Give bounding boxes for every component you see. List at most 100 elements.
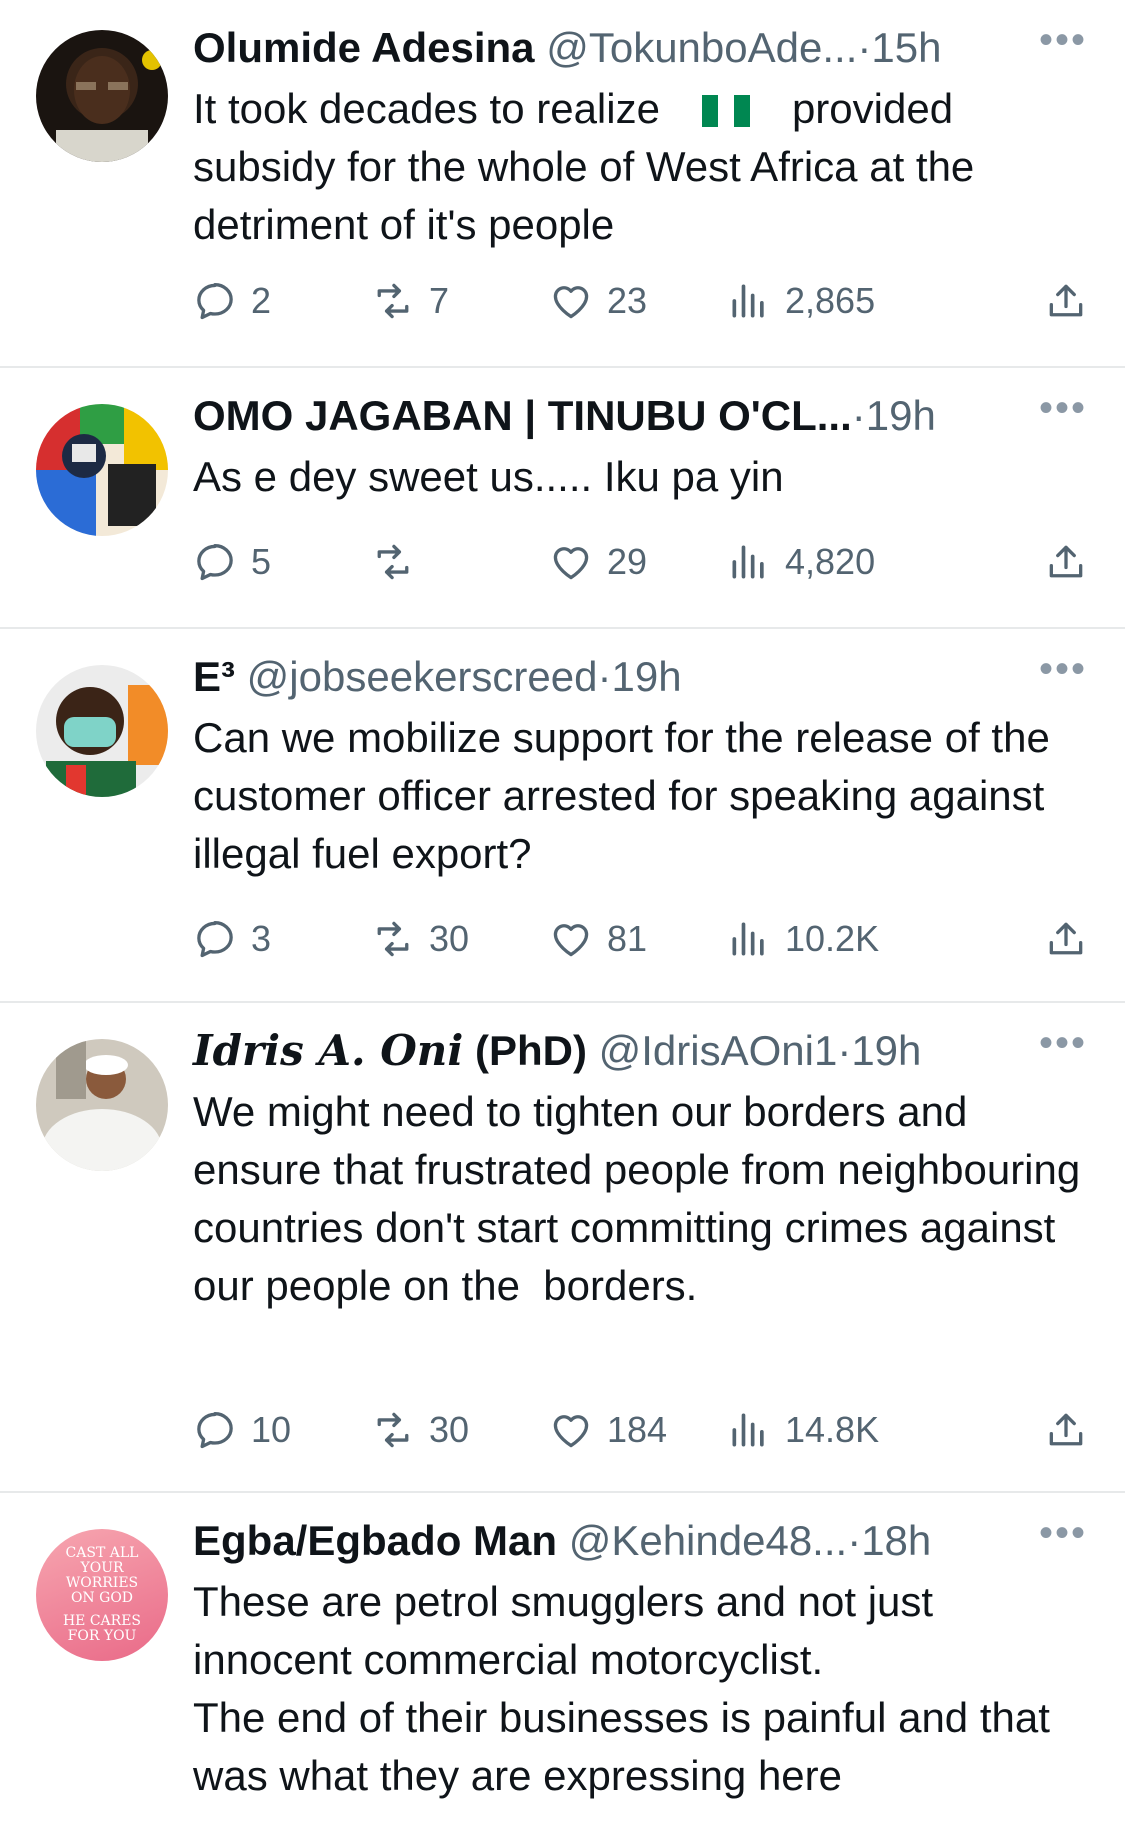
like-count: 81: [607, 918, 648, 959]
separator-dot: ·: [851, 392, 866, 439]
retweet-icon: [377, 544, 409, 580]
like-button[interactable]: 23: [549, 276, 647, 326]
avatar-text-line: CAST ALL: [65, 1545, 139, 1561]
tweet-text: We might need to tighten our borders and…: [193, 1088, 1092, 1309]
author-handle[interactable]: @IdrisAOni1: [599, 1027, 838, 1074]
avatar-text-line: WORRIES: [65, 1575, 139, 1591]
share-icon: [1049, 545, 1083, 578]
like-button[interactable]: 29: [549, 537, 647, 587]
reply-button[interactable]: 10: [193, 1405, 291, 1455]
retweet-count: 30: [429, 1409, 470, 1450]
nigeria-flag-icon: [701, 84, 750, 127]
author-name-italic[interactable]: Idris A. Oni: [193, 1026, 463, 1075]
timestamp[interactable]: 19h: [866, 392, 936, 439]
reply-button[interactable]: 3: [193, 914, 271, 964]
like-button[interactable]: 81: [549, 914, 647, 964]
share-button[interactable]: [1044, 276, 1088, 326]
timestamp[interactable]: 18h: [861, 1517, 931, 1564]
separator-dot: ·: [837, 1027, 852, 1074]
views-button[interactable]: 10.2K: [727, 914, 879, 964]
avatar-text-line: ON GOD: [70, 1590, 134, 1606]
author-name[interactable]: Egba/Egbado Man: [193, 1517, 557, 1564]
tweet-text: These are petrol smugglers and not just …: [193, 1578, 1050, 1799]
tweet-header: OMO JAGABAN | TINUBU O'CL...·19h: [193, 390, 1085, 442]
heart-icon: [553, 286, 589, 319]
avatar[interactable]: [36, 404, 168, 536]
retweet-count: 7: [429, 280, 450, 321]
share-button[interactable]: [1044, 914, 1088, 964]
tweet-header: E³ @jobseekerscreed·19h: [193, 651, 1085, 703]
more-options-icon[interactable]: •••: [1039, 1023, 1087, 1063]
author-handle[interactable]: @Kehinde48...: [569, 1517, 848, 1564]
timestamp[interactable]: 19h: [851, 1027, 921, 1074]
avatar[interactable]: CAST ALL YOUR WORRIES ON GOD HE CARES FO…: [36, 1529, 168, 1661]
author-handle[interactable]: @TokunboAde...: [546, 24, 857, 71]
tweet-card[interactable]: CAST ALL YOUR WORRIES ON GOD HE CARES FO…: [0, 1493, 1125, 1835]
reply-count: 5: [251, 541, 272, 582]
retweet-button[interactable]: 30: [371, 914, 469, 964]
like-count: 184: [607, 1409, 668, 1450]
views-count: 4,820: [785, 541, 876, 582]
reply-button[interactable]: 5: [193, 537, 271, 587]
avatar-text-line: YOUR: [80, 1560, 124, 1576]
action-bar: 3 30 81 10.2K: [193, 914, 1088, 964]
heart-icon: [553, 924, 589, 957]
like-count: 23: [607, 280, 648, 321]
views-icon: [732, 284, 764, 318]
author-name[interactable]: E³: [193, 653, 235, 700]
tweet-header: Olumide Adesina @TokunboAde...·15h: [193, 22, 1085, 74]
views-button[interactable]: 14.8K: [727, 1405, 879, 1455]
reply-count: 3: [251, 918, 272, 959]
tweet-header: Egba/Egbado Man @Kehinde48...·18h: [193, 1515, 1085, 1567]
tweet-card[interactable]: Olumide Adesina @TokunboAde...·15h ••• I…: [0, 0, 1125, 368]
tweet-text: Can we mobilize support for the release …: [193, 714, 1062, 877]
action-bar: 5 29 4,820: [193, 537, 1088, 587]
retweet-button[interactable]: 30: [371, 1405, 469, 1455]
heart-icon: [553, 1415, 589, 1448]
views-icon: [732, 922, 764, 956]
share-button[interactable]: [1044, 537, 1088, 587]
avatar[interactable]: [36, 30, 168, 162]
reply-button[interactable]: 2: [193, 276, 271, 326]
tweet-card[interactable]: Idris A. Oni (PhD) @IdrisAOni1·19h ••• W…: [0, 1003, 1125, 1493]
author-name[interactable]: (PhD): [475, 1027, 587, 1074]
views-count: 2,865: [785, 280, 876, 321]
timestamp[interactable]: 19h: [611, 653, 681, 700]
more-options-icon[interactable]: •••: [1039, 20, 1087, 60]
more-options-icon[interactable]: •••: [1039, 1513, 1087, 1553]
avatar[interactable]: [36, 1039, 168, 1171]
author-handle[interactable]: @jobseekerscreed: [247, 653, 598, 700]
retweet-icon: [377, 283, 409, 319]
more-options-icon[interactable]: •••: [1039, 388, 1087, 428]
more-options-icon[interactable]: •••: [1039, 649, 1087, 689]
share-icon: [1049, 1413, 1083, 1446]
views-icon: [732, 1413, 764, 1447]
tweet-text-part: It took decades to realize: [193, 85, 660, 132]
views-count: 14.8K: [785, 1409, 880, 1450]
retweet-button[interactable]: [371, 537, 429, 587]
share-icon: [1049, 922, 1083, 955]
share-button[interactable]: [1044, 1405, 1088, 1455]
author-name[interactable]: OMO JAGABAN | TINUBU O'CL...: [193, 392, 852, 439]
avatar-text: CAST ALL YOUR WORRIES ON GOD HE CARES FO…: [36, 1529, 168, 1661]
tweet-text: As e dey sweet us..... Iku pa yin: [193, 453, 784, 500]
retweet-count: 30: [429, 918, 470, 959]
views-button[interactable]: 2,865: [727, 276, 875, 326]
views-icon: [732, 545, 764, 579]
avatar[interactable]: [36, 665, 168, 797]
separator-dot: ·: [597, 653, 612, 700]
reply-icon: [197, 283, 233, 320]
views-button[interactable]: 4,820: [727, 537, 875, 587]
tweet-text: It took decades to realize provided subsi…: [193, 80, 1091, 254]
like-button[interactable]: 184: [549, 1405, 667, 1455]
views-count: 10.2K: [785, 918, 880, 959]
share-icon: [1049, 284, 1083, 317]
retweet-button[interactable]: 7: [371, 276, 449, 326]
author-name[interactable]: Olumide Adesina: [193, 24, 535, 71]
reply-icon: [197, 1412, 233, 1449]
tweet-card[interactable]: E³ @jobseekerscreed·19h ••• Can we mobil…: [0, 629, 1125, 1003]
timestamp[interactable]: 15h: [871, 24, 941, 71]
heart-icon: [553, 547, 589, 580]
tweet-card[interactable]: OMO JAGABAN | TINUBU O'CL...·19h ••• As …: [0, 368, 1125, 629]
action-bar: 2 7 23 2,865: [193, 276, 1088, 326]
